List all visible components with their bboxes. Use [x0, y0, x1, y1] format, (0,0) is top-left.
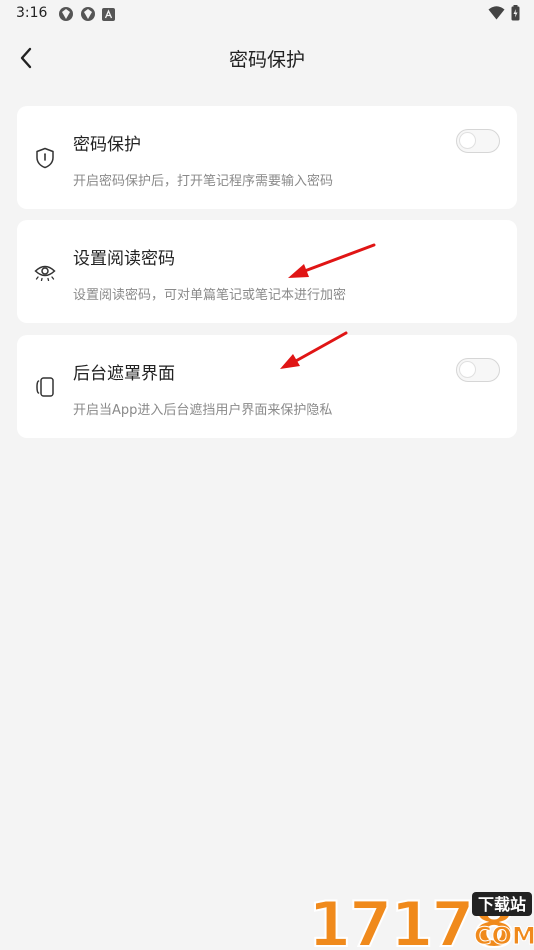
status-icons-right: [488, 5, 520, 21]
background-mask-toggle[interactable]: [456, 358, 500, 382]
background-mask-card: 后台遮罩界面 开启当App进入后台遮挡用户界面来保护隐私: [17, 335, 517, 438]
card-icon: [34, 147, 56, 169]
header: 密码保护: [0, 36, 534, 80]
password-protection-toggle[interactable]: [456, 129, 500, 153]
toggle-knob: [459, 361, 476, 378]
reading-password-description: 设置阅读密码，可对单篇笔记或笔记本进行加密: [73, 288, 347, 303]
screen-mask-icon: [36, 377, 54, 397]
watermark-tag: 下载站: [478, 895, 526, 914]
password-protection-description: 开启密码保护后，打开笔记程序需要输入密码: [73, 174, 334, 189]
password-protection-card: 密码保护 开启密码保护后，打开笔记程序需要输入密码: [17, 106, 517, 209]
wifi-icon: [488, 6, 505, 20]
sync-notification-icon: [59, 7, 73, 21]
card-icon: [34, 261, 56, 283]
card-icon: [34, 376, 56, 398]
toggle-knob: [459, 132, 476, 149]
status-icons-left: [58, 6, 115, 22]
status-bar: 3:16: [0, 0, 534, 28]
password-protection-title: 密码保护: [73, 135, 141, 155]
background-mask-description: 开启当App进入后台遮挡用户界面来保护隐私: [73, 403, 333, 418]
sync-notification-icon: [81, 7, 95, 21]
watermark-domain: COM: [474, 922, 534, 950]
page-title: 密码保护: [228, 49, 305, 71]
eye-icon: [34, 265, 56, 281]
battery-icon: [511, 5, 520, 21]
reading-password-card[interactable]: 设置阅读密码 设置阅读密码，可对单篇笔记或笔记本进行加密: [17, 220, 517, 323]
status-time: 3:16: [16, 5, 48, 21]
watermark-logo-graphic: 17178 下载站 COM: [307, 887, 534, 950]
app-notification-icon: [102, 7, 115, 21]
background-mask-title: 后台遮罩界面: [73, 364, 175, 384]
reading-password-title: 设置阅读密码: [73, 249, 175, 269]
shield-icon: [36, 147, 54, 169]
watermark-logo: 17178 下载站 COM: [304, 880, 534, 950]
screen: 3:16 密码保护 密码保护 开启密码保护后，打开笔记程序需要输入密码 设置阅读…: [0, 0, 534, 950]
